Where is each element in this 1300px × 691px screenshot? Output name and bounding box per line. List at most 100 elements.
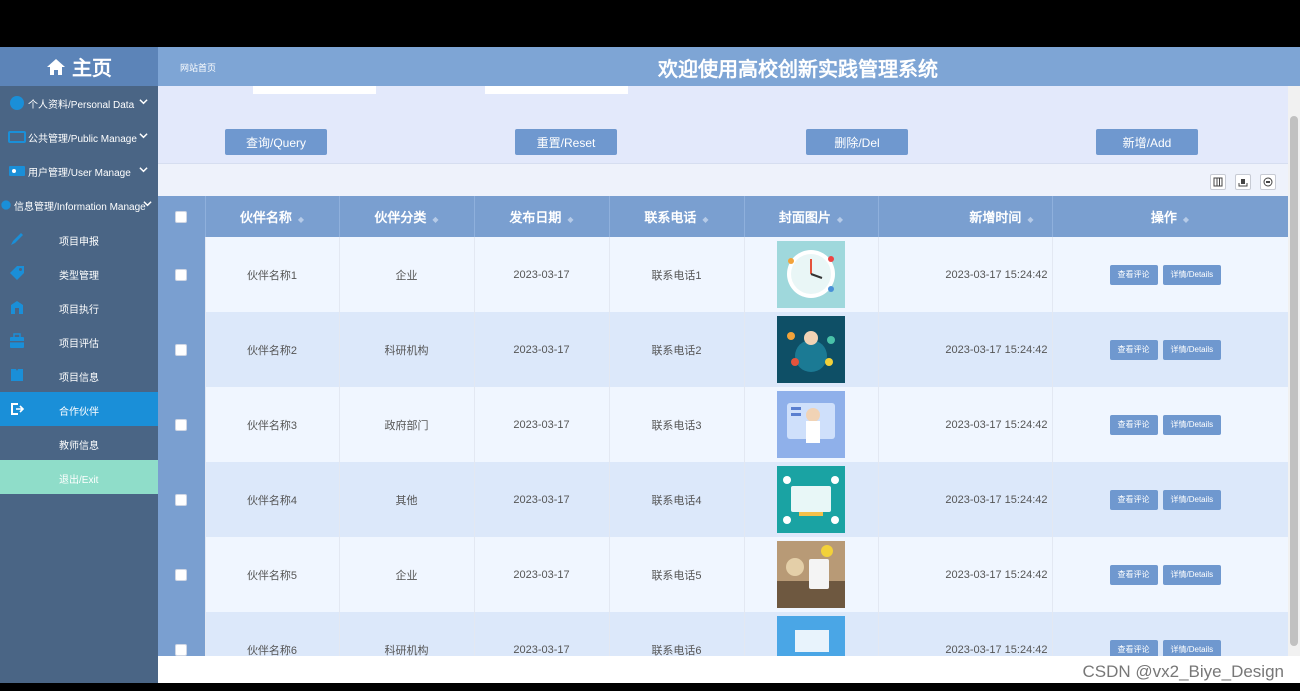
cover-image-cell (744, 237, 879, 312)
cover-image[interactable] (777, 241, 845, 308)
chevron-down-icon (139, 167, 148, 173)
sidebar-item-label: 合作伙伴 (59, 407, 99, 418)
phone-cell: 联系电话1 (609, 237, 745, 312)
details-button[interactable]: 详情/Details (1162, 489, 1222, 510)
details-button[interactable]: 详情/Details (1162, 639, 1222, 656)
sidebar-item-project-info[interactable]: 项目信息 (0, 358, 158, 392)
sort-icon[interactable]: ◆ (1027, 215, 1033, 224)
select-all-cell[interactable] (158, 196, 206, 237)
breadcrumb[interactable]: 网站首页 (180, 61, 216, 74)
building-icon (11, 301, 23, 314)
operations-cell: 查看评论 详情/Details (1052, 312, 1288, 387)
sort-icon[interactable]: ◆ (1183, 215, 1189, 224)
query-button[interactable]: 查询/Query (225, 129, 327, 155)
row-select-cell[interactable] (158, 312, 206, 387)
sidebar-item-label: 项目申报 (59, 237, 99, 248)
details-button[interactable]: 详情/Details (1162, 564, 1222, 585)
view-comments-button[interactable]: 查看评论 (1109, 414, 1158, 435)
view-comments-button[interactable]: 查看评论 (1109, 639, 1158, 656)
sidebar-item-project-application[interactable]: 项目申报 (0, 222, 158, 256)
table-row: 伙伴名称3 政府部门 2023-03-17 联系电话3 2023-03-17 1… (158, 387, 1288, 462)
export-icon[interactable] (1235, 174, 1251, 190)
row-select-cell[interactable] (158, 237, 206, 312)
scrollbar-thumb[interactable] (1290, 116, 1298, 646)
row-select-cell[interactable] (158, 387, 206, 462)
view-comments-button[interactable]: 查看评论 (1109, 264, 1158, 285)
partners-table: 伙伴名称 ◆ 伙伴分类 ◆ 发布日期 ◆ 联系电话 ◆ 封面图片 ◆ 新增时间 ◆ 操作 ◆ … (158, 196, 1288, 656)
sidebar-item-label: 退出/Exit (59, 475, 99, 486)
briefcase-icon (10, 333, 24, 348)
sidebar-item-project-execution[interactable]: 项目执行 (0, 290, 158, 324)
column-header[interactable]: 封面图片 ◆ (744, 196, 879, 237)
column-header[interactable]: 伙伴分类 ◆ (339, 196, 475, 237)
details-button[interactable]: 详情/Details (1162, 264, 1222, 285)
sidebar-item-partners[interactable]: 合作伙伴 (0, 392, 158, 426)
row-checkbox[interactable] (175, 418, 188, 431)
sort-icon[interactable]: ◆ (702, 215, 708, 224)
sidebar-item-teacher-info[interactable]: 教师信息 (0, 426, 158, 460)
row-checkbox[interactable] (175, 268, 188, 281)
sort-icon[interactable]: ◆ (432, 215, 438, 224)
column-header[interactable]: 发布日期 ◆ (474, 196, 610, 237)
menu-group-personal-data[interactable]: 个人资料/Personal Data (0, 86, 158, 120)
sort-icon[interactable]: ◆ (837, 215, 843, 224)
brand-label: 主页 (72, 58, 112, 80)
cover-image[interactable] (777, 616, 845, 656)
row-checkbox[interactable] (175, 493, 188, 506)
pencil-icon (11, 233, 23, 245)
partner-category-cell: 企业 (339, 237, 475, 312)
view-comments-button[interactable]: 查看评论 (1109, 339, 1158, 360)
columns-icon[interactable] (1210, 174, 1226, 190)
partner-category-cell: 科研机构 (339, 312, 475, 387)
row-checkbox[interactable] (175, 343, 188, 356)
view-comments-button[interactable]: 查看评论 (1109, 489, 1158, 510)
row-select-cell[interactable] (158, 537, 206, 612)
search-input-partner-name[interactable] (253, 86, 376, 94)
add-button[interactable]: 新增/Add (1096, 129, 1198, 155)
phone-cell: 联系电话5 (609, 537, 745, 612)
black-letterbox-bottom (0, 683, 1300, 691)
row-select-cell[interactable] (158, 462, 206, 537)
sidebar-item-label: 项目评估 (59, 339, 99, 350)
vertical-scrollbar[interactable] (1288, 86, 1300, 656)
sidebar-item-exit[interactable]: 退出/Exit (0, 460, 158, 494)
menu-group-label: 信息管理/Information Manage (14, 201, 146, 213)
details-button[interactable]: 详情/Details (1162, 414, 1222, 435)
cover-image[interactable] (777, 541, 845, 608)
black-letterbox-top (0, 0, 1300, 47)
search-input-category[interactable] (485, 86, 628, 94)
bottom-bar: CSDN @vx2_Biye_Design (158, 656, 1300, 683)
select-all-checkbox[interactable] (175, 210, 188, 223)
sidebar: 主页 个人资料/Personal Data 公共管理/Public Manage… (0, 47, 158, 683)
menu-group-information-manage[interactable]: 信息管理/Information Manage (0, 188, 158, 222)
row-checkbox[interactable] (175, 568, 188, 581)
cover-image-cell (744, 612, 879, 656)
row-checkbox[interactable] (175, 643, 188, 656)
created-time-cell: 2023-03-17 15:24:42 (878, 612, 1053, 656)
print-icon[interactable] (1260, 174, 1276, 190)
table-row: 伙伴名称6 科研机构 2023-03-17 联系电话6 2023-03-17 1… (158, 612, 1288, 656)
sidebar-item-type-manage[interactable]: 类型管理 (0, 256, 158, 290)
menu-group-user-manage[interactable]: 用户管理/User Manage (0, 154, 158, 188)
chevron-down-icon (143, 201, 152, 207)
column-header[interactable]: 伙伴名称 ◆ (205, 196, 340, 237)
cover-image[interactable] (777, 466, 845, 533)
table-row: 伙伴名称5 企业 2023-03-17 联系电话5 2023-03-17 15:… (158, 537, 1288, 612)
sidebar-item-label: 项目执行 (59, 305, 99, 316)
row-select-cell[interactable] (158, 612, 206, 656)
cover-image[interactable] (777, 316, 845, 383)
reset-button[interactable]: 重置/Reset (515, 129, 617, 155)
sort-icon[interactable]: ◆ (567, 215, 573, 224)
home-link[interactable]: 主页 (0, 47, 158, 86)
column-header[interactable]: 联系电话 ◆ (609, 196, 745, 237)
cover-image-cell (744, 537, 879, 612)
delete-button[interactable]: 删除/Del (806, 129, 908, 155)
cover-image[interactable] (777, 391, 845, 458)
sidebar-item-project-evaluation[interactable]: 项目评估 (0, 324, 158, 358)
column-header[interactable]: 新增时间 ◆ (878, 196, 1053, 237)
view-comments-button[interactable]: 查看评论 (1109, 564, 1158, 585)
menu-group-public-manage[interactable]: 公共管理/Public Manage (0, 120, 158, 154)
partner-category-cell: 科研机构 (339, 612, 475, 656)
sort-icon[interactable]: ◆ (298, 215, 304, 224)
details-button[interactable]: 详情/Details (1162, 339, 1222, 360)
